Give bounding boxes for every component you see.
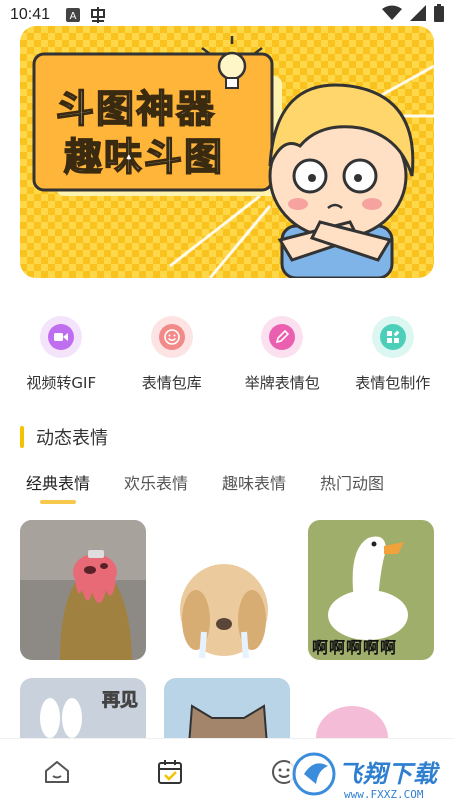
signal-icon xyxy=(410,5,426,25)
video-camera-icon xyxy=(48,324,75,350)
sticker-thumb-duck[interactable]: 啊啊啊啊啊 xyxy=(308,520,434,660)
tab-happy[interactable]: 欢乐表情 xyxy=(112,466,200,498)
tool-sticker-maker[interactable]: 表情包制作 xyxy=(338,316,449,406)
tab-active-indicator xyxy=(40,500,76,504)
watermark: 飞翔下载 www.FXXZ.COM xyxy=(290,744,454,808)
bunny-caption: 再见 xyxy=(102,690,139,712)
watermark-brand: 飞翔下载 xyxy=(338,760,438,788)
pencil-icon xyxy=(269,324,296,350)
watermark-url: www.FXXZ.COM xyxy=(344,788,424,801)
section-accent-bar xyxy=(20,426,24,448)
section-title: 动态表情 xyxy=(36,428,108,449)
sticker-thumb-crying-dog[interactable] xyxy=(164,520,290,660)
smiley-icon xyxy=(158,324,185,350)
tab-label: 经典表情 xyxy=(26,474,91,493)
status-time: 10:41 xyxy=(10,6,51,23)
cartoon-character xyxy=(268,83,415,278)
battery-icon xyxy=(434,4,444,26)
tool-icon-bg xyxy=(371,316,414,358)
calendar-check-icon xyxy=(157,759,183,789)
tab-label: 趣味表情 xyxy=(222,474,287,493)
banner-title-line1: 斗图神器 xyxy=(55,86,217,132)
nav-calendar[interactable] xyxy=(114,739,228,808)
wifi-icon xyxy=(382,5,402,25)
section-header: 动态表情 xyxy=(20,424,108,450)
home-icon xyxy=(44,760,70,788)
tool-icon-bg xyxy=(150,316,193,358)
sticker-thumb-melting[interactable] xyxy=(20,520,146,660)
tab-label: 热门动图 xyxy=(320,474,385,493)
tool-video-to-gif[interactable]: 视频转GIF xyxy=(6,316,117,406)
keyboard-a-icon: A xyxy=(66,8,81,22)
tool-row: 视频转GIF 表情包库 举牌表情包 表情包制作 xyxy=(0,316,454,406)
duck-caption: 啊啊啊啊啊 xyxy=(312,638,398,657)
tool-label: 表情包库 xyxy=(141,374,202,392)
tool-icon-bg xyxy=(40,316,83,358)
svg-text:A: A xyxy=(70,11,77,22)
tool-sticker-library[interactable]: 表情包库 xyxy=(117,316,228,406)
tab-fun[interactable]: 趣味表情 xyxy=(210,466,298,498)
banner[interactable]: 斗图神器 趣味斗图 xyxy=(20,26,434,278)
tab-label: 欢乐表情 xyxy=(124,474,189,493)
banner-title-line2: 趣味斗图 xyxy=(63,134,225,180)
grid-plus-icon xyxy=(379,324,406,350)
tool-label: 举牌表情包 xyxy=(244,374,320,392)
tool-icon-bg xyxy=(261,316,304,358)
category-tabs: 经典表情 欢乐表情 趣味表情 热门动图 xyxy=(14,466,444,506)
tool-label: 表情包制作 xyxy=(355,374,431,392)
tab-hot[interactable]: 热门动图 xyxy=(308,466,396,498)
tool-sign-sticker[interactable]: 举牌表情包 xyxy=(227,316,338,406)
notification-app-icon xyxy=(90,7,106,23)
tab-classic[interactable]: 经典表情 xyxy=(14,466,102,504)
tool-label: 视频转GIF xyxy=(26,374,97,392)
nav-home[interactable] xyxy=(0,739,114,808)
